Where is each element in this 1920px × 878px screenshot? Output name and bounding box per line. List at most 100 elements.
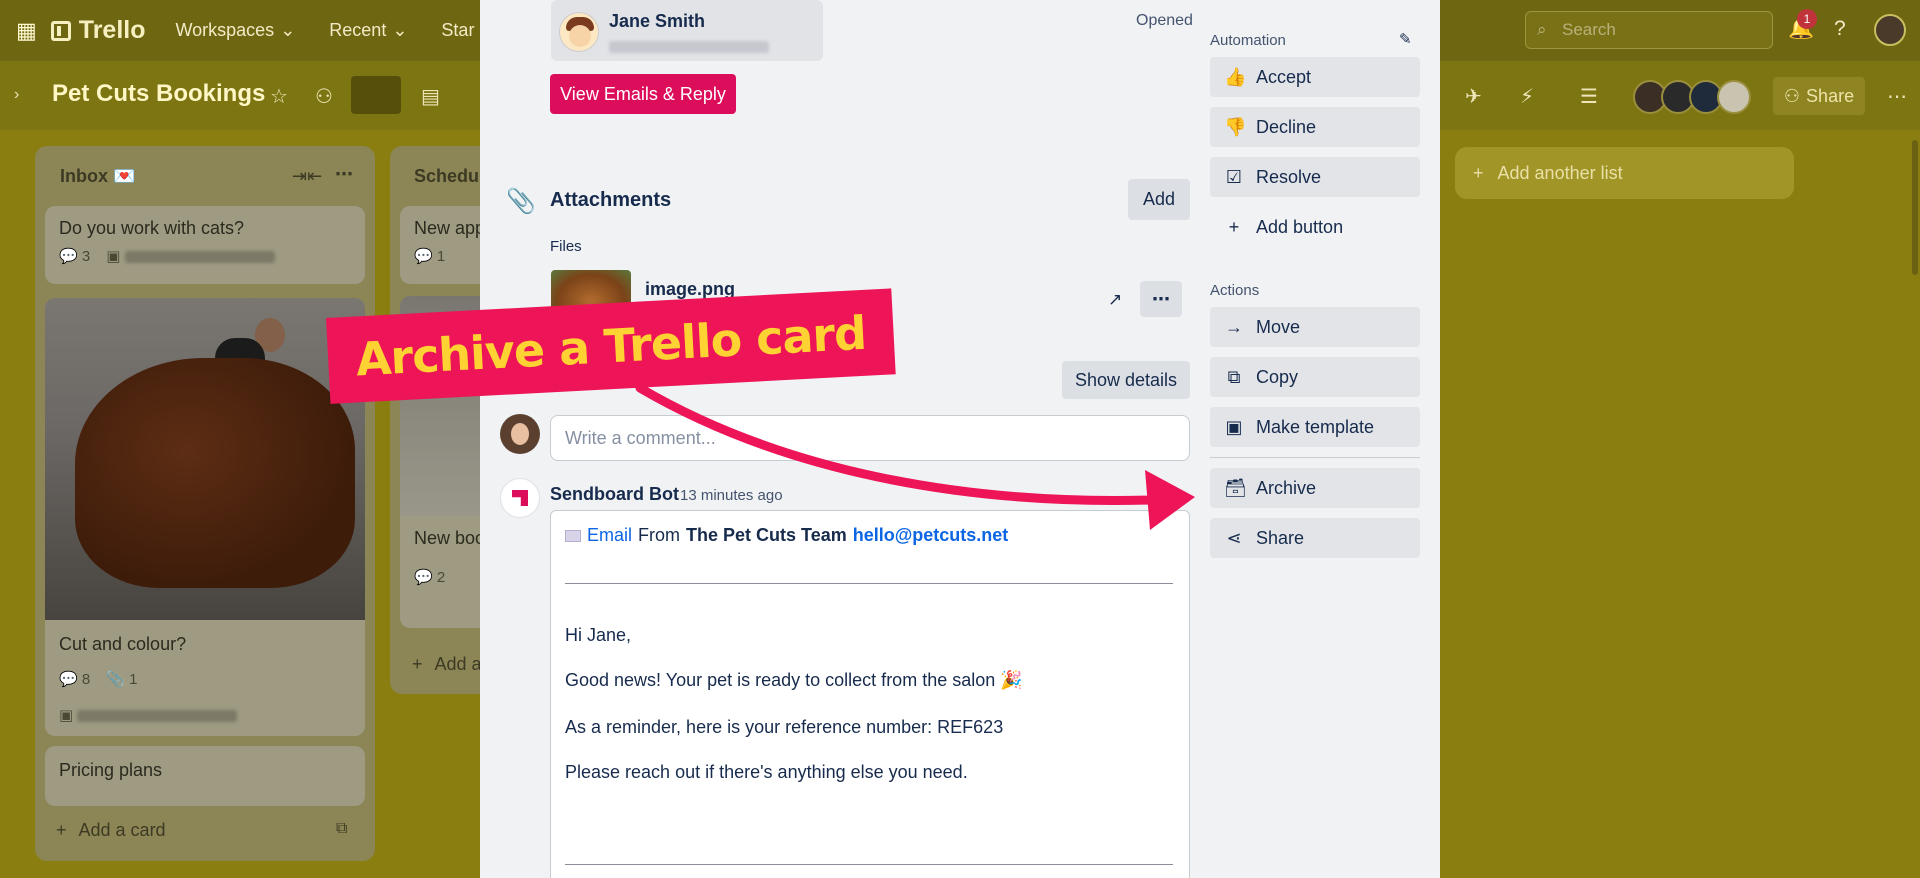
list-title[interactable]: Inbox 💌 bbox=[60, 166, 135, 187]
contact-name: Jane Smith bbox=[609, 11, 706, 31]
plus-icon: + bbox=[412, 654, 423, 674]
status-badge: Opened bbox=[1136, 12, 1193, 29]
comments-count: 💬 8 bbox=[59, 671, 91, 688]
share-icon: ⋖ bbox=[1226, 527, 1242, 548]
add-list-button[interactable]: + Add another list bbox=[1455, 147, 1794, 199]
card-cover-image bbox=[45, 298, 365, 620]
email-link[interactable]: Email bbox=[587, 525, 632, 546]
move-button[interactable]: → Move bbox=[1210, 307, 1420, 347]
expand-sidebar-icon[interactable]: › bbox=[14, 86, 19, 104]
decline-button[interactable]: 👎 Decline bbox=[1210, 107, 1420, 147]
contact-email-redacted bbox=[609, 38, 769, 53]
comments-count: 💬 3 bbox=[59, 248, 91, 265]
attachment-more-button[interactable]: ⋯ bbox=[1140, 281, 1182, 317]
divider bbox=[565, 583, 1173, 584]
clipboard-check-icon: ☑ bbox=[1225, 166, 1243, 187]
card-title: Pricing plans bbox=[59, 760, 163, 780]
chevron-down-icon: ⌄ bbox=[392, 20, 408, 40]
more-menu-icon[interactable]: ⋯ bbox=[1887, 84, 1907, 109]
card[interactable]: Cut and colour? 💬 8 📎 1 ▣ bbox=[45, 298, 365, 736]
board-view-button[interactable] bbox=[351, 76, 401, 114]
app-switcher-icon[interactable]: ▦ bbox=[16, 18, 37, 44]
trello-logo-icon bbox=[50, 20, 71, 41]
comment-input[interactable]: Write a comment... bbox=[550, 415, 1190, 461]
power-ups-icon[interactable]: ✈ bbox=[1465, 84, 1482, 109]
add-automation-button[interactable]: + Add button bbox=[1210, 207, 1420, 247]
actions-heading: Actions bbox=[1210, 282, 1260, 299]
email-sender-name: The Pet Cuts Team bbox=[686, 525, 847, 545]
comments-count: 💬 1 bbox=[414, 248, 446, 265]
email-body-line: As a reminder, here is your reference nu… bbox=[565, 717, 1004, 737]
current-user-avatar bbox=[500, 414, 540, 454]
share-card-button[interactable]: ⋖ Share bbox=[1210, 518, 1420, 558]
search-icon: ⌕ bbox=[1537, 20, 1547, 39]
table-view-icon[interactable]: ▤ bbox=[421, 84, 440, 109]
comments-count: 💬 2 bbox=[414, 569, 446, 586]
copy-icon: ⧉ bbox=[1227, 366, 1241, 387]
share-board-button[interactable]: ⚇ Share bbox=[1773, 77, 1865, 115]
create-from-template-icon[interactable]: ⧉ bbox=[336, 820, 347, 838]
email-activity-box bbox=[550, 510, 1190, 878]
add-attachment-button[interactable]: Add bbox=[1128, 179, 1190, 220]
email-body-line: Please reach out if there's anything els… bbox=[565, 762, 968, 782]
add-card-button[interactable]: + Add a bbox=[412, 654, 482, 675]
nav-starred[interactable]: Star bbox=[441, 20, 474, 41]
collapse-list-icon[interactable]: ⇥⇤ bbox=[292, 166, 322, 187]
archive-box-icon: 🗃 bbox=[1224, 477, 1247, 498]
scrollbar[interactable] bbox=[1912, 140, 1918, 275]
visibility-icon[interactable]: ⚇ bbox=[315, 84, 333, 109]
divider bbox=[565, 864, 1173, 865]
copy-button[interactable]: ⧉ Copy bbox=[1210, 357, 1420, 397]
accept-button[interactable]: 👍 Accept bbox=[1210, 57, 1420, 97]
template-icon: ▣ bbox=[1225, 416, 1243, 437]
view-emails-reply-button[interactable]: View Emails & Reply bbox=[550, 74, 736, 114]
paperclip-icon: 📎 bbox=[506, 188, 536, 215]
search-input[interactable]: ⌕ Search bbox=[1525, 11, 1773, 49]
plus-icon: + bbox=[56, 820, 67, 840]
email-sender-address[interactable]: hello@petcuts.net bbox=[853, 525, 1009, 546]
notification-count-badge: 1 bbox=[1797, 9, 1817, 29]
attachment-count: 📎 1 bbox=[106, 671, 138, 688]
card-title: Cut and colour? bbox=[59, 634, 187, 654]
plus-icon: + bbox=[1228, 216, 1240, 237]
resolve-button[interactable]: ☑ Resolve bbox=[1210, 157, 1420, 197]
list-menu-icon[interactable]: ⋯ bbox=[335, 164, 353, 185]
account-avatar[interactable] bbox=[1874, 14, 1906, 46]
star-icon[interactable]: ☆ bbox=[270, 84, 288, 109]
board-title[interactable]: Pet Cuts Bookings bbox=[52, 80, 265, 108]
member-avatars[interactable] bbox=[1633, 80, 1761, 114]
thumbs-up-icon: 👍 bbox=[1224, 66, 1247, 87]
edit-pencil-icon[interactable]: ✎ bbox=[1399, 30, 1412, 48]
chevron-down-icon: ⌄ bbox=[280, 20, 296, 40]
nav-recent[interactable]: Recent ⌄ bbox=[329, 20, 407, 41]
card[interactable]: New app 💬 1 bbox=[400, 206, 490, 284]
plus-icon: + bbox=[1473, 162, 1484, 183]
card-title: Do you work with cats? bbox=[59, 218, 245, 238]
help-icon[interactable]: ? bbox=[1834, 17, 1846, 41]
email-icon: ▣ bbox=[59, 706, 238, 724]
card-title: New boo bbox=[414, 528, 486, 548]
email-header-line: Email From The Pet Cuts Team hello@petcu… bbox=[565, 525, 1008, 546]
open-external-icon[interactable]: ↗ bbox=[1108, 290, 1122, 310]
divider bbox=[1210, 457, 1420, 458]
files-label: Files bbox=[550, 238, 582, 255]
trello-logo[interactable]: Trello bbox=[50, 16, 145, 45]
card[interactable]: Do you work with cats? 💬 3 ▣ bbox=[45, 206, 365, 284]
arrow-right-icon: → bbox=[1225, 316, 1243, 337]
card[interactable]: Pricing plans bbox=[45, 746, 365, 806]
archive-button[interactable]: 🗃 Archive bbox=[1210, 468, 1420, 508]
card-title: New app bbox=[414, 218, 486, 238]
sendboard-bot-avatar bbox=[500, 478, 540, 518]
attachments-heading: Attachments bbox=[550, 189, 672, 211]
add-member-icon: ⚇ bbox=[1783, 85, 1801, 106]
automation-icon[interactable]: ⚡ bbox=[1520, 84, 1534, 109]
activity-timestamp[interactable]: 13 minutes ago bbox=[680, 487, 783, 504]
filter-icon[interactable]: ☰ bbox=[1580, 84, 1598, 109]
make-template-button[interactable]: ▣ Make template bbox=[1210, 407, 1420, 447]
add-card-button[interactable]: + Add a card bbox=[56, 820, 166, 841]
email-body-line: Hi Jane, bbox=[565, 625, 632, 645]
show-details-button[interactable]: Show details bbox=[1062, 361, 1190, 399]
envelope-icon bbox=[565, 529, 581, 542]
sendboard-logo-icon bbox=[512, 490, 528, 506]
nav-workspaces[interactable]: Workspaces ⌄ bbox=[175, 20, 295, 41]
